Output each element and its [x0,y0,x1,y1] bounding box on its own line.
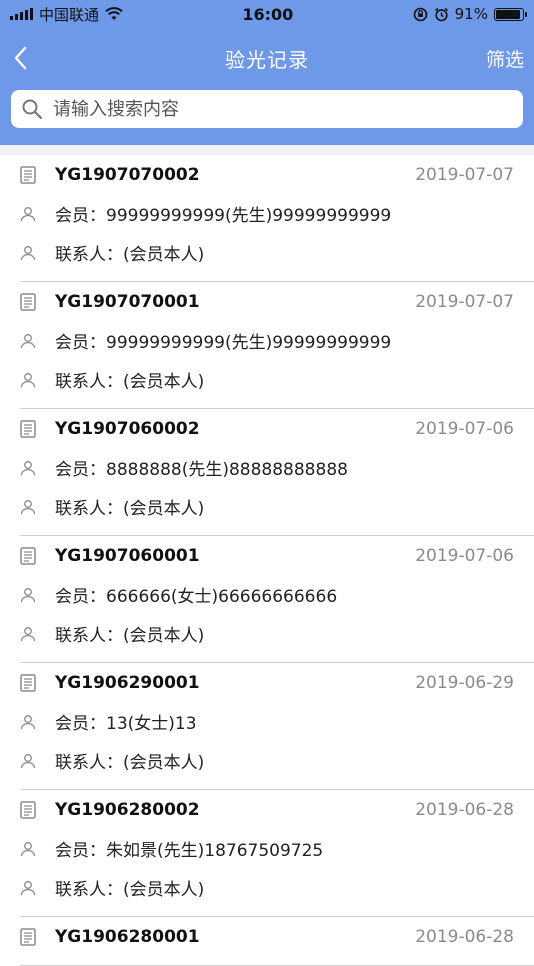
document-icon [20,673,36,692]
record-code-row: YG1906280002 2019-06-28 [20,790,534,829]
status-right: 91% [413,5,527,23]
record-date: 2019-06-28 [415,926,514,947]
record-date: 2019-07-06 [415,418,514,439]
record-code: YG1907060002 [55,418,200,439]
record-member: 会员：8888888(先生)88888888888 [55,460,348,480]
record-contact-row: 联系人：(会员本人) [20,360,534,399]
record-code-row: YG1907070002 2019-07-07 [20,155,534,194]
document-icon [20,800,36,819]
record-member-row: 会员：13(女士)13 [20,702,534,741]
record-item[interactable]: YG1906290001 2019-06-29 会员：13(女士)13 联系人：… [20,663,534,790]
record-contact: 联系人：(会员本人) [55,245,205,265]
record-contact: 联系人：(会员本人) [55,372,205,392]
record-code-row: YG1907060001 2019-07-06 [20,536,534,575]
record-item[interactable]: YG1906280002 2019-06-28 会员：朱如景(先生)187675… [20,790,534,917]
list-top-gap [0,145,534,155]
record-date: 2019-07-07 [415,164,514,185]
record-contact: 联系人：(会员本人) [55,880,205,900]
search-icon [22,99,43,120]
person-icon [20,714,36,729]
record-date: 2019-06-29 [415,672,514,693]
record-code: YG1906280002 [55,799,200,820]
person-icon [20,626,36,641]
record-date: 2019-06-28 [415,799,514,820]
record-code: YG1907070002 [55,164,200,185]
record-date: 2019-07-06 [415,545,514,566]
record-code: YG1907060001 [55,545,200,566]
record-contact-row: 联系人：(会员本人) [20,741,534,780]
record-member-row: 会员：朱如景(先生)18767509725 [20,829,534,868]
record-code: YG1906290001 [55,672,200,693]
person-icon [20,460,36,475]
document-icon [20,546,36,565]
document-icon [20,165,36,184]
person-icon [20,372,36,387]
person-icon [20,333,36,348]
person-icon [20,206,36,221]
wifi-icon [105,7,123,20]
status-bar: 中国联通 16:00 91% [0,0,534,28]
record-member-row: 会员：8888888(先生)88888888888 [20,448,534,487]
record-item[interactable]: YG1906280001 2019-06-28 [20,917,534,966]
record-member: 会员：99999999999(先生)99999999999 [55,206,392,226]
record-contact: 联系人：(会员本人) [55,499,205,519]
record-item[interactable]: YG1907060002 2019-07-06 会员：8888888(先生)88… [20,409,534,536]
carrier-label: 中国联通 [39,5,100,24]
record-contact-row: 联系人：(会员本人) [20,487,534,526]
record-member-row: 会员：99999999999(先生)99999999999 [20,321,534,360]
page-title: 验光记录 [225,47,309,72]
battery-percent: 91% [454,5,488,23]
record-member: 会员：99999999999(先生)99999999999 [55,333,392,353]
record-member-row: 会员：666666(女士)66666666666 [20,575,534,614]
record-code-row: YG1907070001 2019-07-07 [20,282,534,321]
record-code-row: YG1907060002 2019-07-06 [20,409,534,448]
document-icon [20,419,36,438]
person-icon [20,880,36,895]
person-icon [20,245,36,260]
record-contact: 联系人：(会员本人) [55,753,205,773]
document-icon [20,292,36,311]
search-box[interactable] [11,90,523,128]
person-icon [20,753,36,768]
search-area [0,88,534,145]
record-contact-row: 联系人：(会员本人) [20,233,534,272]
record-code-row: YG1906280001 2019-06-28 [20,917,534,956]
record-item[interactable]: YG1907060001 2019-07-06 会员：666666(女士)666… [20,536,534,663]
back-icon[interactable] [8,42,34,74]
record-member-row: 会员：99999999999(先生)99999999999 [20,194,534,233]
record-member: 会员：13(女士)13 [55,714,197,734]
record-item[interactable]: YG1907070002 2019-07-07 会员：99999999999(先… [20,155,534,282]
clock: 16:00 [242,4,294,24]
record-item[interactable]: YG1907070001 2019-07-07 会员：99999999999(先… [20,282,534,409]
status-left: 中国联通 [10,4,123,25]
rotation-lock-icon [413,7,427,21]
record-code: YG1907070001 [55,291,200,312]
document-icon [20,927,36,946]
person-icon [20,841,36,856]
record-date: 2019-07-07 [415,291,514,312]
record-contact: 联系人：(会员本人) [55,626,205,646]
record-contact-row: 联系人：(会员本人) [20,614,534,653]
nav-bar: 验光记录 筛选 [0,28,534,88]
alarm-icon [434,7,448,21]
record-member: 会员：朱如景(先生)18767509725 [55,841,324,861]
filter-button[interactable]: 筛选 [486,45,524,72]
person-icon [20,587,36,602]
record-contact-row: 联系人：(会员本人) [20,868,534,907]
signal-icon [10,8,33,20]
record-code-row: YG1906290001 2019-06-29 [20,663,534,702]
battery-icon [493,7,527,21]
record-list: YG1907070002 2019-07-07 会员：99999999999(先… [0,155,534,966]
record-member: 会员：666666(女士)66666666666 [55,587,338,607]
search-input[interactable] [51,97,513,121]
record-code: YG1906280001 [55,926,200,947]
person-icon [20,499,36,514]
